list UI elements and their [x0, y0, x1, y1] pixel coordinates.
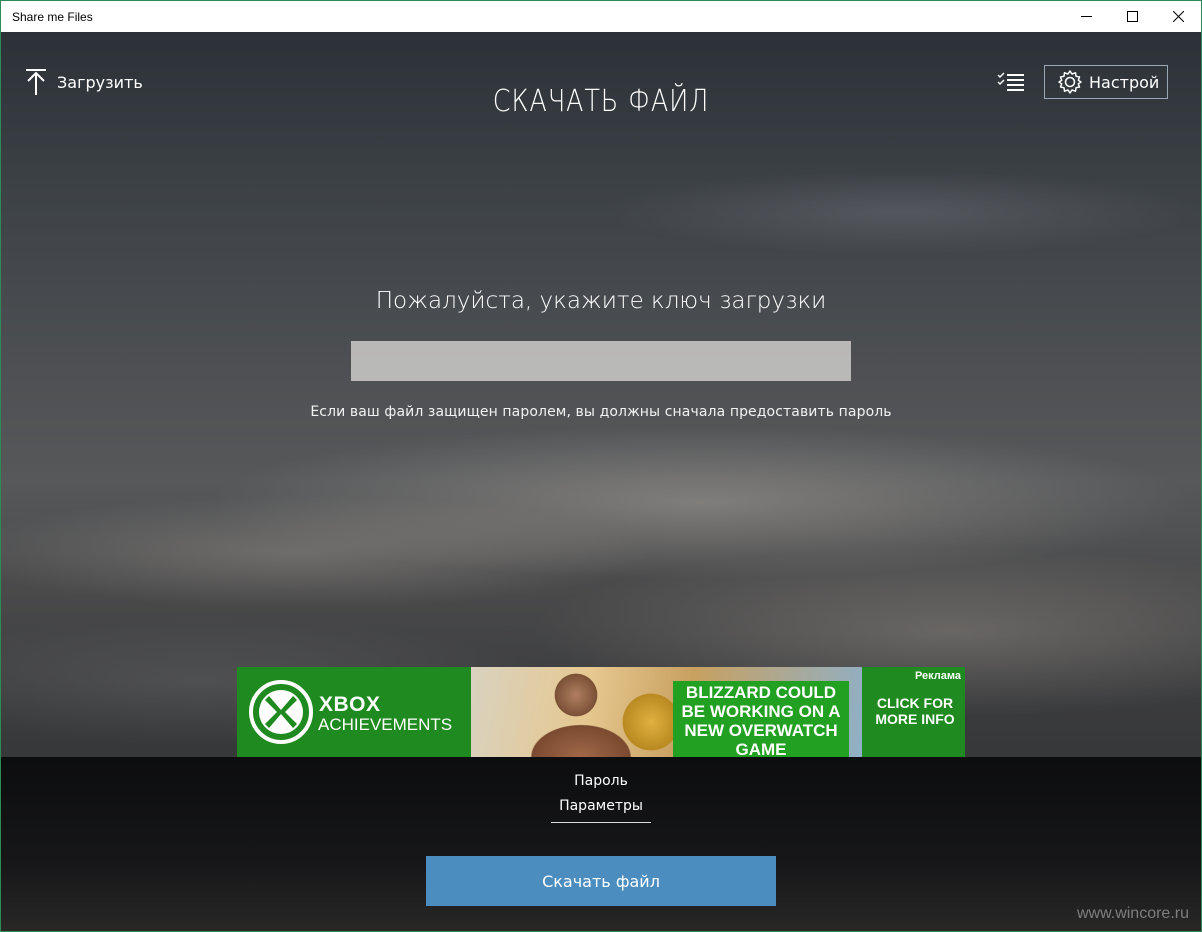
ad-brand-line2: ACHIEVEMENTS: [318, 715, 453, 734]
settings-button[interactable]: Настрой: [1044, 65, 1168, 99]
history-list-button[interactable]: [993, 68, 1029, 96]
ad-badge: Реклама: [910, 667, 965, 685]
title-bar[interactable]: Share me Files: [1, 1, 1201, 32]
close-icon: [1172, 11, 1184, 22]
ad-cta: CLICK FOR MORE INFO: [875, 695, 955, 727]
tab-parameters[interactable]: Параметры: [501, 798, 701, 814]
maximize-icon: [1126, 11, 1138, 22]
upload-arrow-icon: [26, 69, 46, 95]
gear-icon: [1058, 70, 1082, 94]
close-button[interactable]: [1155, 1, 1201, 32]
app-window: Share me Files Загрузить СКАЧАТЬ ФАЙЛ На…: [0, 0, 1202, 932]
settings-label: Настрой: [1089, 72, 1160, 92]
active-tab-underline: [551, 822, 651, 823]
ad-headline: BLIZZARD COULD BE WORKING ON A NEW OVERW…: [673, 681, 849, 757]
background-scene: Загрузить СКАЧАТЬ ФАЙЛ Настрой Пожалуйст…: [1, 32, 1201, 931]
download-key-prompt: Пожалуйста, укажите ключ загрузки: [375, 288, 827, 314]
download-file-button[interactable]: Скачать файл: [426, 856, 776, 906]
maximize-button[interactable]: [1109, 1, 1155, 32]
tab-password[interactable]: Пароль: [501, 773, 701, 789]
upload-label: Загрузить: [57, 72, 143, 92]
minimize-icon: [1080, 16, 1092, 17]
checklist-icon: [997, 72, 1024, 91]
ad-banner[interactable]: XBOX ACHIEVEMENTS BLIZZARD COULD BE WORK…: [237, 667, 965, 757]
password-hint: Если ваш файл защищен паролем, вы должны…: [310, 404, 892, 420]
ad-brand-line1: XBOX: [319, 693, 381, 716]
minimize-button[interactable]: [1063, 1, 1109, 32]
download-key-input[interactable]: [351, 341, 851, 381]
watermark: www.wincore.ru: [1076, 905, 1189, 922]
window-title: Share me Files: [12, 10, 93, 24]
page-title: СКАЧАТЬ ФАЙЛ: [492, 84, 710, 119]
xbox-logo-icon: [249, 680, 313, 744]
upload-button[interactable]: Загрузить: [23, 66, 143, 98]
